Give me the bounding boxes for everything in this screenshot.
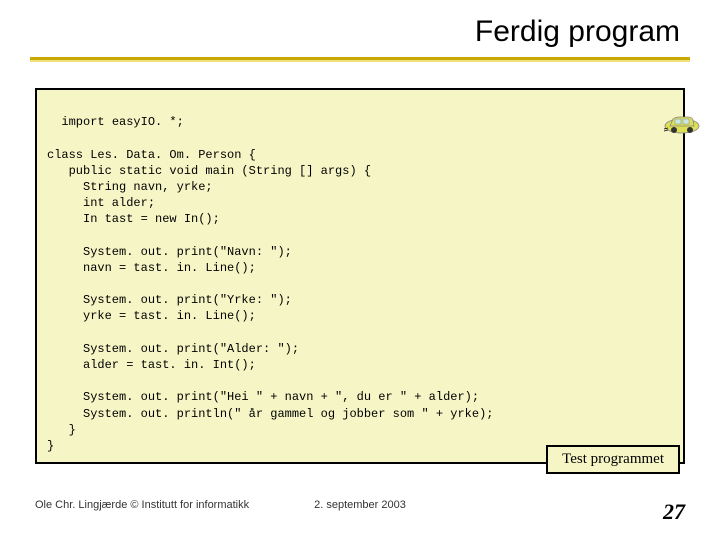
- code-text: import easyIO. *; class Les. Data. Om. P…: [47, 115, 493, 453]
- slide-title: Ferdig program: [475, 15, 680, 48]
- code-block: import easyIO. *; class Les. Data. Om. P…: [35, 88, 685, 464]
- title-area: Ferdig program: [0, 0, 720, 57]
- car-icon: [633, 96, 673, 118]
- footer: Ole Chr. Lingjærde © Institutt for infor…: [0, 499, 720, 525]
- footer-author: Ole Chr. Lingjærde © Institutt for infor…: [35, 499, 249, 511]
- test-program-button[interactable]: Test programmet: [546, 445, 680, 474]
- page-number: 27: [663, 499, 685, 525]
- title-underline: [30, 57, 690, 63]
- test-button-label: Test programmet: [562, 451, 664, 467]
- footer-date: 2. september 2003: [314, 499, 406, 511]
